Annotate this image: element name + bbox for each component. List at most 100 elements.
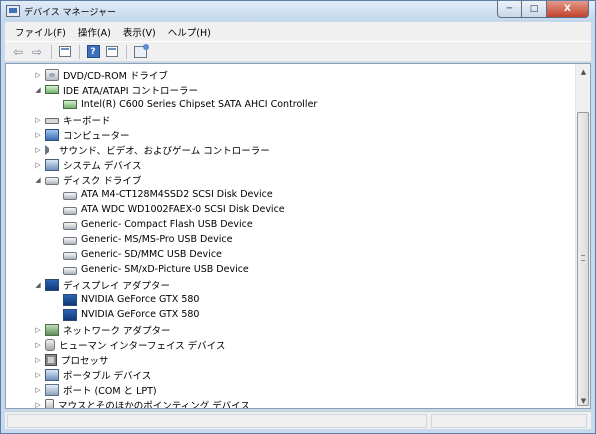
tree-device[interactable]: Intel(R) C600 Series Chipset SATA AHCI C… [51, 97, 317, 112]
toolbar-separator [79, 44, 80, 59]
tree-device[interactable]: ATA WDC WD1002FAEX-0 SCSI Disk Device [51, 202, 285, 217]
toolbar-separator [51, 44, 52, 59]
tree-item-label: Generic- SM/xD-Picture USB Device [81, 264, 249, 275]
forward-arrow-icon[interactable]: ⇨ [28, 44, 46, 60]
title-bar[interactable]: デバイス マネージャー ─ □ X [1, 1, 595, 21]
help-icon: ? [86, 45, 100, 58]
close-button[interactable]: X [547, 1, 589, 18]
tree-device[interactable]: Generic- SD/MMC USB Device [51, 247, 222, 262]
scroll-thumb[interactable] [577, 112, 589, 406]
tree-category[interactable]: ▷ マウスとそのほかのポインティング デバイス [33, 397, 250, 409]
sound-icon [45, 144, 55, 155]
menu-view[interactable]: 表示(V) [117, 25, 162, 39]
tree-item-label: サウンド、ビデオ、およびゲーム コントローラー [59, 145, 270, 157]
tree-item-label: ポート (COM と LPT) [63, 385, 157, 397]
mouse-icon [45, 398, 54, 408]
dvd-drive-icon [45, 68, 59, 81]
device-manager-window: デバイス マネージャー ─ □ X ファイル(F) 操作(A) 表示(V) ヘル… [0, 0, 596, 434]
tree-category[interactable]: ▷ サウンド、ビデオ、およびゲーム コントローラー [33, 142, 270, 157]
tree-item-label: キーボード [63, 115, 111, 127]
tree-device[interactable]: Generic- MS/MS-Pro USB Device [51, 232, 232, 247]
tree-item-label: ネットワーク アダプター [63, 325, 171, 337]
expand-arrow-icon[interactable]: ▷ [33, 401, 43, 409]
tree-item-label: ヒューマン インターフェイス デバイス [59, 340, 226, 352]
disk-drive-icon [45, 176, 59, 185]
menu-action[interactable]: 操作(A) [72, 25, 117, 39]
expand-arrow-icon[interactable]: ▷ [33, 116, 43, 124]
expand-arrow-icon[interactable]: ▷ [33, 161, 43, 169]
tree-category[interactable]: ▷ プロセッサ [33, 352, 109, 367]
expand-arrow-icon[interactable]: ▷ [33, 326, 43, 334]
properties-button[interactable] [56, 44, 74, 60]
scroll-grip-icon [581, 255, 585, 261]
tree-category[interactable]: ◢ ディスク ドライブ [33, 172, 141, 187]
tree-category[interactable]: ▷ コンピューター [33, 127, 130, 142]
expand-arrow-icon[interactable]: ▷ [33, 341, 43, 349]
display-adapter-icon [45, 278, 59, 291]
scroll-down-button[interactable]: ▼ [576, 393, 590, 408]
help-button[interactable]: ? [84, 44, 102, 60]
collapse-arrow-icon[interactable]: ◢ [33, 86, 43, 94]
maximize-button[interactable]: □ [522, 1, 547, 18]
status-pane-main [7, 414, 427, 428]
tree-item-label: Generic- MS/MS-Pro USB Device [81, 234, 233, 245]
disk-drive-icon [63, 191, 77, 200]
system-device-icon [45, 158, 59, 171]
tree-item-label: システム デバイス [63, 160, 142, 172]
tree-device[interactable]: Generic- Compact Flash USB Device [51, 217, 253, 232]
display-adapter-icon [63, 293, 77, 306]
network-adapter-icon [45, 323, 59, 336]
menu-help[interactable]: ヘルプ(H) [162, 25, 217, 39]
disk-drive-icon [63, 221, 77, 230]
back-arrow-icon[interactable]: ⇦ [9, 44, 27, 60]
hid-icon [45, 338, 55, 351]
tree-device[interactable]: NVIDIA GeForce GTX 580 [51, 307, 199, 322]
expand-arrow-icon[interactable]: ▷ [33, 356, 43, 364]
tree-category[interactable]: ▷ システム デバイス [33, 157, 141, 172]
status-pane-secondary [431, 414, 587, 428]
tree-category[interactable]: ▷ ヒューマン インターフェイス デバイス [33, 337, 225, 352]
tree-device[interactable]: NVIDIA GeForce GTX 580 [51, 292, 199, 307]
collapse-arrow-icon[interactable]: ◢ [33, 176, 43, 184]
expand-arrow-icon[interactable]: ▷ [33, 386, 43, 394]
collapse-arrow-icon[interactable]: ◢ [33, 281, 43, 289]
scroll-up-button[interactable]: ▲ [576, 64, 590, 79]
tree-category[interactable]: ▷ DVD/CD-ROM ドライブ [33, 67, 168, 82]
tree-item-label: Intel(R) C600 Series Chipset SATA AHCI C… [81, 99, 318, 110]
device-tree-panel[interactable]: ▷ DVD/CD-ROM ドライブ ◢ IDE ATA/ATAPI コントローラー In… [5, 63, 591, 409]
toolbar: ⇦ ⇨ ? [5, 41, 591, 62]
tree-category[interactable]: ▷ ネットワーク アダプター [33, 322, 171, 337]
disk-drive-icon [63, 251, 77, 260]
expand-arrow-icon[interactable]: ▷ [33, 371, 43, 379]
expand-arrow-icon[interactable]: ▷ [33, 71, 43, 79]
minimize-button[interactable]: ─ [497, 1, 522, 18]
disk-drive-icon [63, 206, 77, 215]
menu-bar: ファイル(F) 操作(A) 表示(V) ヘルプ(H) [5, 22, 591, 41]
properties-alt-button[interactable] [103, 44, 121, 60]
display-adapter-icon [63, 308, 77, 321]
scan-hardware-button[interactable] [131, 43, 149, 60]
tree-category[interactable]: ▷ ポータブル デバイス [33, 367, 151, 382]
tree-device[interactable]: Generic- SM/xD-Picture USB Device [51, 262, 249, 277]
tree-category[interactable]: ◢ IDE ATA/ATAPI コントローラー [33, 82, 198, 97]
tree-item-label: ATA WDC WD1002FAEX-0 SCSI Disk Device [81, 204, 285, 215]
vertical-scrollbar[interactable]: ▲ ▼ [575, 64, 590, 408]
portable-device-icon [45, 368, 59, 381]
status-bar [5, 411, 591, 429]
tree-item-label: NVIDIA GeForce GTX 580 [81, 309, 200, 320]
disk-drive-icon [63, 266, 77, 275]
tree-device[interactable]: ATA M4-CT128M4SSD2 SCSI Disk Device [51, 187, 273, 202]
tree-category[interactable]: ▷ ポート (COM と LPT) [33, 382, 157, 397]
tree-item-label: ディスク ドライブ [63, 175, 142, 187]
toolbar-separator [126, 44, 127, 59]
tree-item-label: Generic- SD/MMC USB Device [81, 249, 222, 260]
properties-icon [59, 46, 71, 57]
expand-arrow-icon[interactable]: ▷ [33, 131, 43, 139]
tree-category[interactable]: ◢ ディスプレイ アダプター [33, 277, 170, 292]
menu-file[interactable]: ファイル(F) [9, 25, 72, 39]
tree-category[interactable]: ▷ キーボード [33, 112, 111, 127]
ide-controller-icon [45, 85, 59, 94]
keyboard-icon [45, 118, 59, 124]
expand-arrow-icon[interactable]: ▷ [33, 146, 43, 154]
tree-item-label: コンピューター [63, 130, 130, 142]
